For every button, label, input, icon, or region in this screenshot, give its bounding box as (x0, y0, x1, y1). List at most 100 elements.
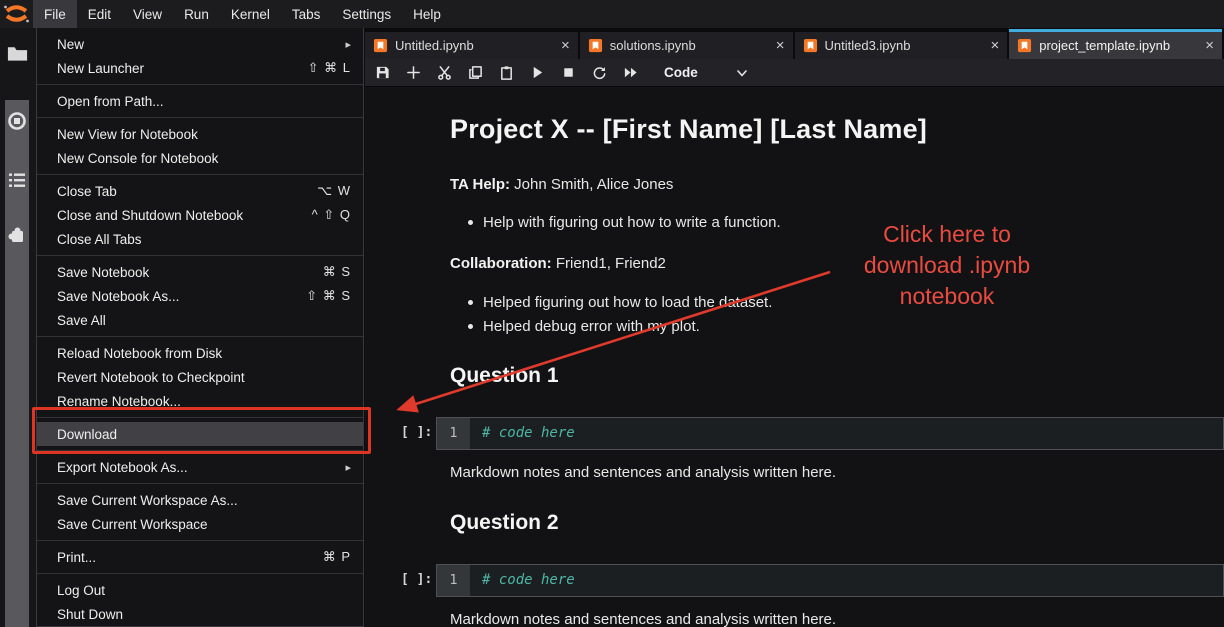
running-sessions-icon[interactable] (7, 111, 27, 131)
file-menu-dropdown: New ▸ New Launcher ⇧ ⌘ L Open from Path.… (36, 28, 364, 627)
extensions-icon[interactable] (7, 226, 27, 246)
close-icon[interactable]: × (1197, 37, 1214, 54)
menu-item-export-notebook-as[interactable]: Export Notebook As... ▸ (37, 455, 363, 479)
menu-item-rename-notebook[interactable]: Rename Notebook... (37, 389, 363, 413)
jupyter-logo-icon (3, 2, 30, 26)
menu-item-save-workspace-as[interactable]: Save Current Workspace As... (37, 488, 363, 512)
menu-item-reload-notebook[interactable]: Reload Notebook from Disk (37, 341, 363, 365)
line-number: 1 (437, 418, 470, 449)
ta-help-line: TA Help: John Smith, Alice Jones (450, 176, 673, 193)
shortcut: ^ ⇧ Q (312, 207, 351, 223)
menu-item-save-all[interactable]: Save All (37, 308, 363, 332)
close-icon[interactable]: × (553, 37, 570, 54)
sidebar-strip (5, 100, 29, 627)
stop-kernel-button[interactable] (557, 62, 579, 84)
list-item: Help with figuring out how to write a fu… (468, 211, 781, 235)
table-of-contents-icon[interactable] (7, 170, 27, 190)
collaboration-label: Collaboration: (450, 255, 552, 272)
tab-bar: Untitled.ipynb × solutions.ipynb × Untit… (365, 28, 1224, 59)
cell-type-select[interactable]: Code (664, 62, 774, 84)
menu-item-new-console[interactable]: New Console for Notebook (37, 146, 363, 170)
menu-item-new[interactable]: New ▸ (37, 32, 363, 56)
markdown-notes-1: Markdown notes and sentences and analysi… (450, 464, 836, 481)
menu-item-save-workspace[interactable]: Save Current Workspace (37, 512, 363, 536)
menu-item-new-view[interactable]: New View for Notebook (37, 122, 363, 146)
add-cell-button[interactable] (402, 62, 424, 84)
menu-item-close-shutdown[interactable]: Close and Shutdown Notebook ^ ⇧ Q (37, 203, 363, 227)
tab-untitled-ipynb[interactable]: Untitled.ipynb × (365, 32, 578, 59)
menu-item-revert-notebook[interactable]: Revert Notebook to Checkpoint (37, 365, 363, 389)
menu-item-print[interactable]: Print... ⌘ P (37, 545, 363, 569)
run-all-button[interactable] (619, 62, 641, 84)
menubar-item-file[interactable]: File (33, 0, 77, 28)
activity-sidebar (0, 28, 36, 627)
shortcut: ⌘ S (323, 264, 351, 280)
list-item: Helped debug error with my plot. (468, 315, 772, 339)
main-dock-panel: Untitled.ipynb × solutions.ipynb × Untit… (365, 28, 1224, 627)
cell-prompt: [ ]: (401, 425, 432, 440)
menu-item-open-from-path[interactable]: Open from Path... (37, 89, 363, 113)
cell-prompt: [ ]: (401, 572, 432, 587)
menubar-item-view[interactable]: View (122, 0, 173, 28)
question-1-heading: Question 1 (450, 364, 559, 388)
run-cell-button[interactable] (526, 62, 548, 84)
collaboration-value: Friend1, Friend2 (552, 255, 666, 272)
notebook-icon (373, 38, 388, 53)
submenu-arrow-icon: ▸ (345, 38, 351, 51)
tab-untitled3-ipynb[interactable]: Untitled3.ipynb × (795, 32, 1008, 59)
line-number: 1 (437, 565, 470, 596)
folder-icon[interactable] (6, 43, 29, 63)
code-text[interactable]: # code here (470, 565, 1223, 596)
code-cell-2[interactable]: 1 # code here (436, 564, 1224, 597)
shortcut: ⌥ W (317, 183, 351, 199)
copy-cell-button[interactable] (464, 62, 486, 84)
shortcut: ⇧ ⌘ L (308, 60, 351, 76)
shortcut: ⌘ P (323, 549, 351, 565)
ta-help-bullets: Help with figuring out how to write a fu… (468, 211, 781, 235)
menubar-item-tabs[interactable]: Tabs (281, 0, 332, 28)
collaboration-bullets: Helped figuring out how to load the data… (468, 291, 772, 339)
menubar-item-settings[interactable]: Settings (331, 0, 402, 28)
menu-item-save-notebook-as[interactable]: Save Notebook As... ⇧ ⌘ S (37, 284, 363, 308)
menu-item-log-out[interactable]: Log Out (37, 578, 363, 602)
menu-item-close-all-tabs[interactable]: Close All Tabs (37, 227, 363, 251)
tab-project-template-ipynb[interactable]: project_template.ipynb × (1009, 29, 1222, 59)
notebook-title: Project X -- [First Name] [Last Name] (450, 114, 927, 145)
notebook-icon (588, 38, 603, 53)
notebook-toolbar: Code (365, 59, 1224, 87)
tab-solutions-ipynb[interactable]: solutions.ipynb × (580, 32, 793, 59)
menu-item-close-tab[interactable]: Close Tab ⌥ W (37, 179, 363, 203)
menu-item-save-notebook[interactable]: Save Notebook ⌘ S (37, 260, 363, 284)
menubar-item-help[interactable]: Help (402, 0, 452, 28)
code-text[interactable]: # code here (470, 418, 1223, 449)
close-icon[interactable]: × (982, 37, 999, 54)
cell-type-value: Code (664, 65, 698, 80)
paste-cell-button[interactable] (495, 62, 517, 84)
restart-kernel-button[interactable] (588, 62, 610, 84)
ta-help-label: TA Help: (450, 176, 510, 193)
notebook-icon (803, 38, 818, 53)
menubar: File Edit View Run Kernel Tabs Settings … (0, 0, 1224, 28)
notebook-document[interactable]: Project X -- [First Name] [Last Name] TA… (365, 87, 1224, 627)
notebook-icon (1017, 38, 1032, 53)
menu-item-shut-down[interactable]: Shut Down (37, 602, 363, 626)
ta-help-value: John Smith, Alice Jones (510, 176, 673, 193)
submenu-arrow-icon: ▸ (345, 461, 351, 474)
shortcut: ⇧ ⌘ S (306, 288, 351, 304)
close-icon[interactable]: × (768, 37, 785, 54)
jupyterlab-window: File Edit View Run Kernel Tabs Settings … (0, 0, 1224, 627)
menu-item-download[interactable]: Download (37, 422, 363, 446)
markdown-notes-2: Markdown notes and sentences and analysi… (450, 611, 836, 627)
chevron-down-icon (736, 67, 748, 79)
menu-item-new-launcher[interactable]: New Launcher ⇧ ⌘ L (37, 56, 363, 80)
question-2-heading: Question 2 (450, 511, 559, 535)
list-item: Helped figuring out how to load the data… (468, 291, 772, 315)
menubar-item-run[interactable]: Run (173, 0, 220, 28)
collaboration-line: Collaboration: Friend1, Friend2 (450, 255, 666, 272)
menubar-item-edit[interactable]: Edit (77, 0, 122, 28)
code-cell-1[interactable]: 1 # code here (436, 417, 1224, 450)
save-button[interactable] (371, 62, 393, 84)
annotation-text: Click here to download .ipynb notebook (833, 219, 1061, 312)
menubar-item-kernel[interactable]: Kernel (220, 0, 281, 28)
cut-cell-button[interactable] (433, 62, 455, 84)
